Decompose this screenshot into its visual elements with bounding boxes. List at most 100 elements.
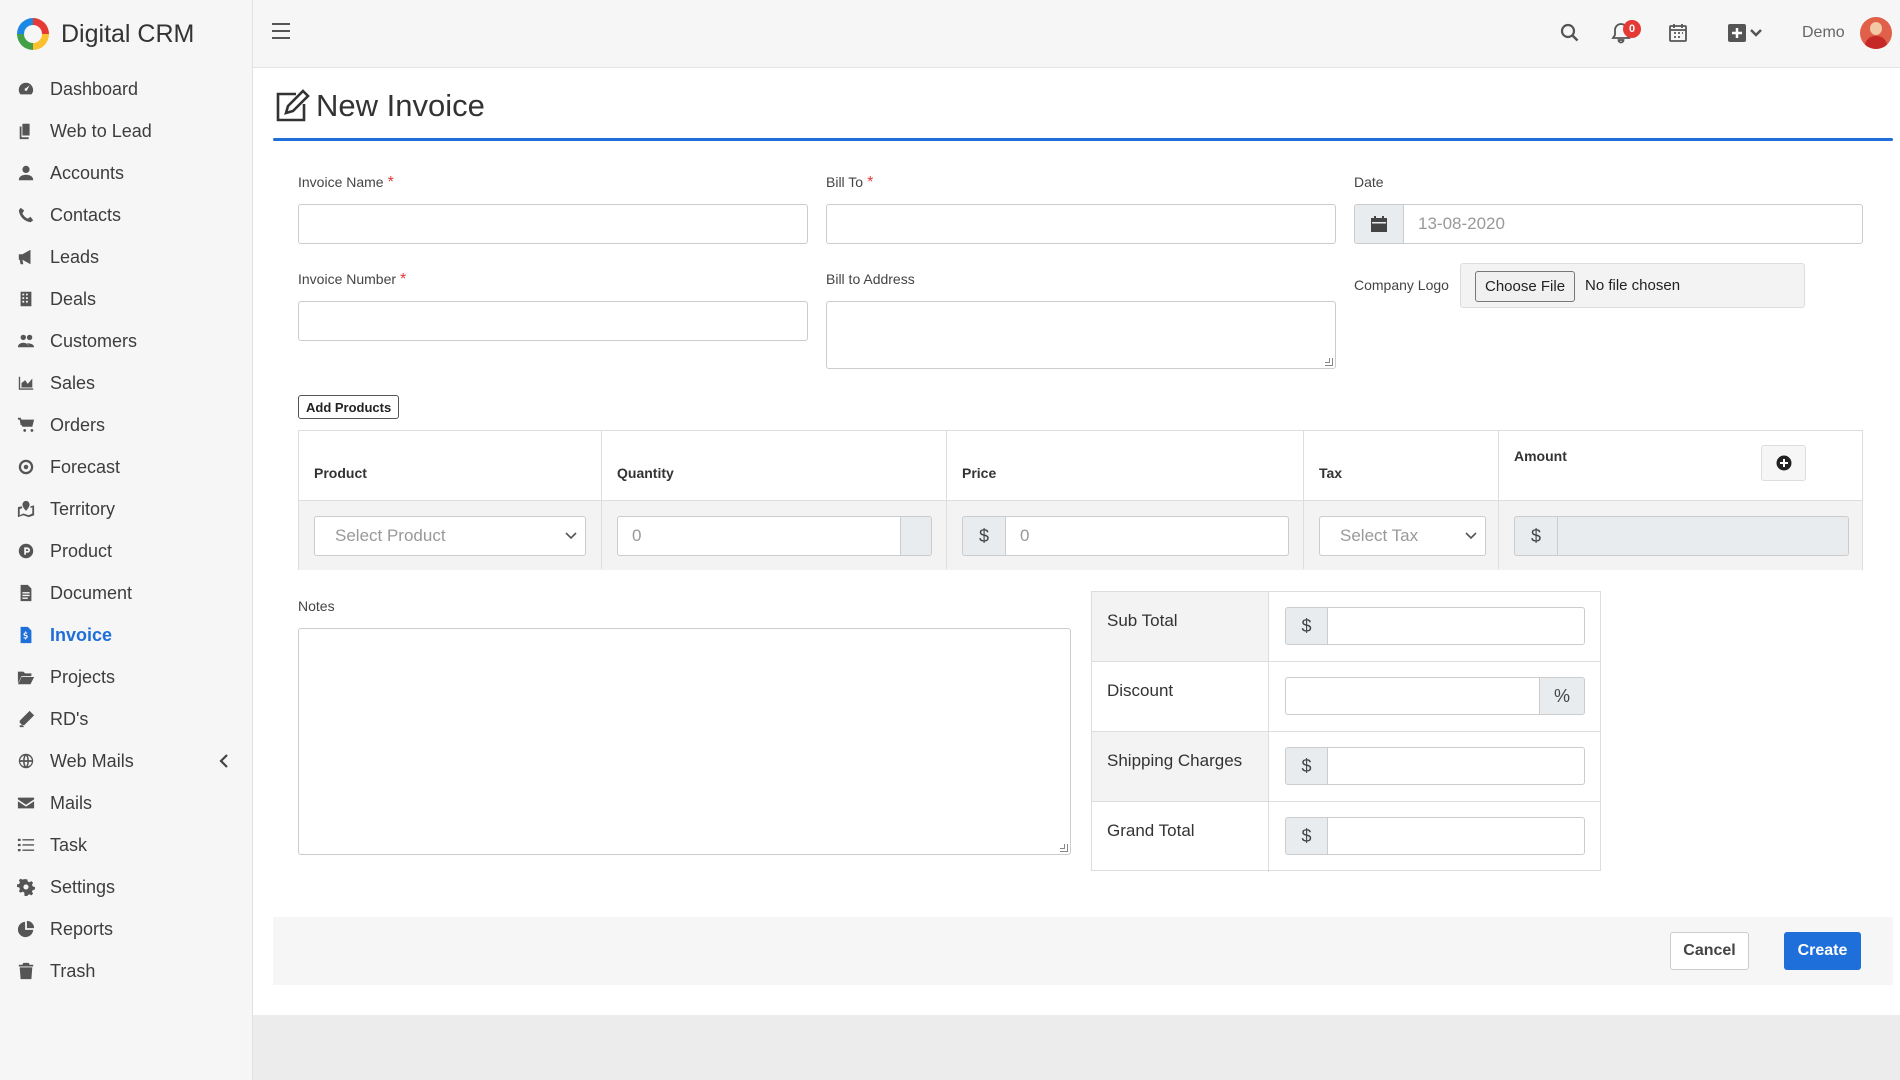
notes-label: Notes bbox=[298, 598, 335, 614]
notification-badge: 0 bbox=[1623, 20, 1641, 38]
choose-file-button[interactable]: Choose File bbox=[1475, 271, 1576, 302]
col-price: Price bbox=[962, 465, 997, 481]
grand-total-input[interactable] bbox=[1327, 817, 1585, 855]
sidebar-item-projects[interactable]: Projects bbox=[0, 656, 252, 698]
page-title: New Invoice bbox=[274, 88, 485, 124]
brand[interactable]: Digital CRM bbox=[0, 0, 252, 68]
quantity-input[interactable]: 0 bbox=[617, 516, 901, 556]
add-products-button[interactable]: Add Products bbox=[298, 395, 400, 419]
invoice-icon bbox=[16, 625, 36, 645]
bullhorn-icon bbox=[16, 247, 36, 267]
products-table: Product Quantity Price Tax Amount Select… bbox=[298, 430, 1863, 570]
file-icon bbox=[16, 583, 36, 603]
user-name[interactable]: Demo bbox=[1802, 24, 1845, 42]
sidebar-item-invoice[interactable]: Invoice bbox=[0, 614, 252, 656]
tax-select[interactable]: Select Tax bbox=[1319, 516, 1486, 556]
sidebar-item-label: Trash bbox=[50, 960, 96, 981]
sidebar-item-label: Contacts bbox=[50, 204, 122, 225]
sidebar-item-settings[interactable]: Settings bbox=[0, 866, 252, 908]
grand-total-currency-addon: $ bbox=[1285, 817, 1328, 855]
sidebar-item-document[interactable]: Document bbox=[0, 572, 252, 614]
sidebar-item-label: Settings bbox=[50, 876, 116, 897]
col-product: Product bbox=[314, 465, 367, 481]
notes-textarea[interactable] bbox=[298, 628, 1071, 855]
avatar[interactable] bbox=[1860, 17, 1892, 49]
totals-table: Sub Total $ Discount % Shipping Charges … bbox=[1091, 591, 1601, 872]
sidebar-item-task[interactable]: Task bbox=[0, 824, 252, 866]
sidebar-item-label: Leads bbox=[50, 246, 100, 267]
col-amount: Amount bbox=[1514, 448, 1567, 464]
company-logo-file-input[interactable]: Choose File No file chosen bbox=[1460, 263, 1805, 308]
hamburger-menu-icon[interactable] bbox=[271, 22, 291, 40]
sidebar-item-customers[interactable]: Customers bbox=[0, 320, 252, 362]
shipping-currency-addon: $ bbox=[1285, 747, 1328, 785]
discount-input[interactable] bbox=[1285, 677, 1540, 715]
sidebar-item-label: Projects bbox=[50, 666, 116, 687]
sub-total-input[interactable] bbox=[1327, 607, 1585, 645]
bill-to-address-label: Bill to Address bbox=[826, 271, 915, 287]
sidebar-item-accounts[interactable]: Accounts bbox=[0, 152, 252, 194]
sidebar-item-label: Dashboard bbox=[50, 78, 139, 99]
sidebar-item-dashboard[interactable]: Dashboard bbox=[0, 68, 252, 110]
sub-total-currency-addon: $ bbox=[1285, 607, 1328, 645]
sidebar-item-label: Forecast bbox=[50, 456, 121, 477]
sidebar-item-trash[interactable]: Trash bbox=[0, 950, 252, 992]
invoice-number-input[interactable] bbox=[298, 301, 808, 341]
pencil-icon bbox=[16, 709, 36, 729]
sidebar-item-deals[interactable]: Deals bbox=[0, 278, 252, 320]
gear-icon bbox=[16, 877, 36, 897]
brand-name: Digital CRM bbox=[61, 19, 195, 48]
product-select[interactable]: Select Product bbox=[314, 516, 586, 556]
sidebar-item-web-mails[interactable]: Web Mails bbox=[0, 740, 252, 782]
sidebar: Digital CRM Dashboard Web to Lead Accoun… bbox=[0, 0, 253, 1080]
price-input[interactable]: 0 bbox=[1005, 516, 1289, 556]
page-title-text: New Invoice bbox=[316, 88, 485, 123]
add-row-button[interactable] bbox=[1761, 445, 1806, 481]
sub-total-label: Sub Total bbox=[1092, 592, 1269, 661]
bill-to-address-textarea[interactable] bbox=[826, 301, 1336, 369]
sidebar-item-mails[interactable]: Mails bbox=[0, 782, 252, 824]
sidebar-item-label: Web Mails bbox=[50, 750, 134, 771]
sidebar-item-label: Sales bbox=[50, 372, 96, 393]
column-divider bbox=[601, 431, 602, 569]
user-icon bbox=[16, 163, 36, 183]
sidebar-item-label: RD's bbox=[50, 708, 89, 729]
create-button[interactable]: Create bbox=[1784, 932, 1861, 970]
sidebar-item-reports[interactable]: Reports bbox=[0, 908, 252, 950]
invoice-name-input[interactable] bbox=[298, 204, 808, 244]
sidebar-item-forecast[interactable]: Forecast bbox=[0, 446, 252, 488]
date-addon[interactable] bbox=[1354, 204, 1404, 244]
sidebar-item-contacts[interactable]: Contacts bbox=[0, 194, 252, 236]
sidebar-item-sales[interactable]: Sales bbox=[0, 362, 252, 404]
cancel-button[interactable]: Cancel bbox=[1670, 932, 1749, 970]
sidebar-item-orders[interactable]: Orders bbox=[0, 404, 252, 446]
brand-logo-icon bbox=[17, 18, 49, 50]
sidebar-item-territory[interactable]: Territory bbox=[0, 488, 252, 530]
dashboard-icon bbox=[16, 79, 36, 99]
search-icon[interactable] bbox=[1559, 22, 1581, 44]
chevron-down-icon bbox=[565, 532, 577, 540]
shipping-input[interactable] bbox=[1327, 747, 1585, 785]
sidebar-item-product[interactable]: Product bbox=[0, 530, 252, 572]
price-currency-addon: $ bbox=[962, 516, 1006, 556]
sidebar-item-web-to-lead[interactable]: Web to Lead bbox=[0, 110, 252, 152]
bill-to-label: Bill To * bbox=[826, 174, 874, 191]
title-divider bbox=[273, 138, 1893, 141]
sidebar-item-label: Deals bbox=[50, 288, 97, 309]
date-input[interactable]: 13-08-2020 bbox=[1403, 204, 1863, 244]
calendar-icon[interactable] bbox=[1667, 22, 1689, 44]
edit-icon bbox=[276, 89, 310, 122]
phone-icon bbox=[16, 205, 36, 225]
grand-total-label: Grand Total bbox=[1092, 802, 1269, 872]
add-dropdown-icon[interactable] bbox=[1727, 22, 1765, 44]
date-placeholder: 13-08-2020 bbox=[1418, 214, 1505, 233]
bill-to-input[interactable] bbox=[826, 204, 1336, 244]
grand-total-row: Grand Total $ bbox=[1092, 802, 1600, 872]
shipping-row: Shipping Charges $ bbox=[1092, 732, 1600, 802]
sidebar-item-leads[interactable]: Leads bbox=[0, 236, 252, 278]
sidebar-item-label: Task bbox=[50, 834, 88, 855]
sidebar-item-rds[interactable]: RD's bbox=[0, 698, 252, 740]
col-quantity: Quantity bbox=[617, 465, 674, 481]
globe-icon bbox=[16, 751, 36, 771]
discount-row: Discount % bbox=[1092, 662, 1600, 732]
